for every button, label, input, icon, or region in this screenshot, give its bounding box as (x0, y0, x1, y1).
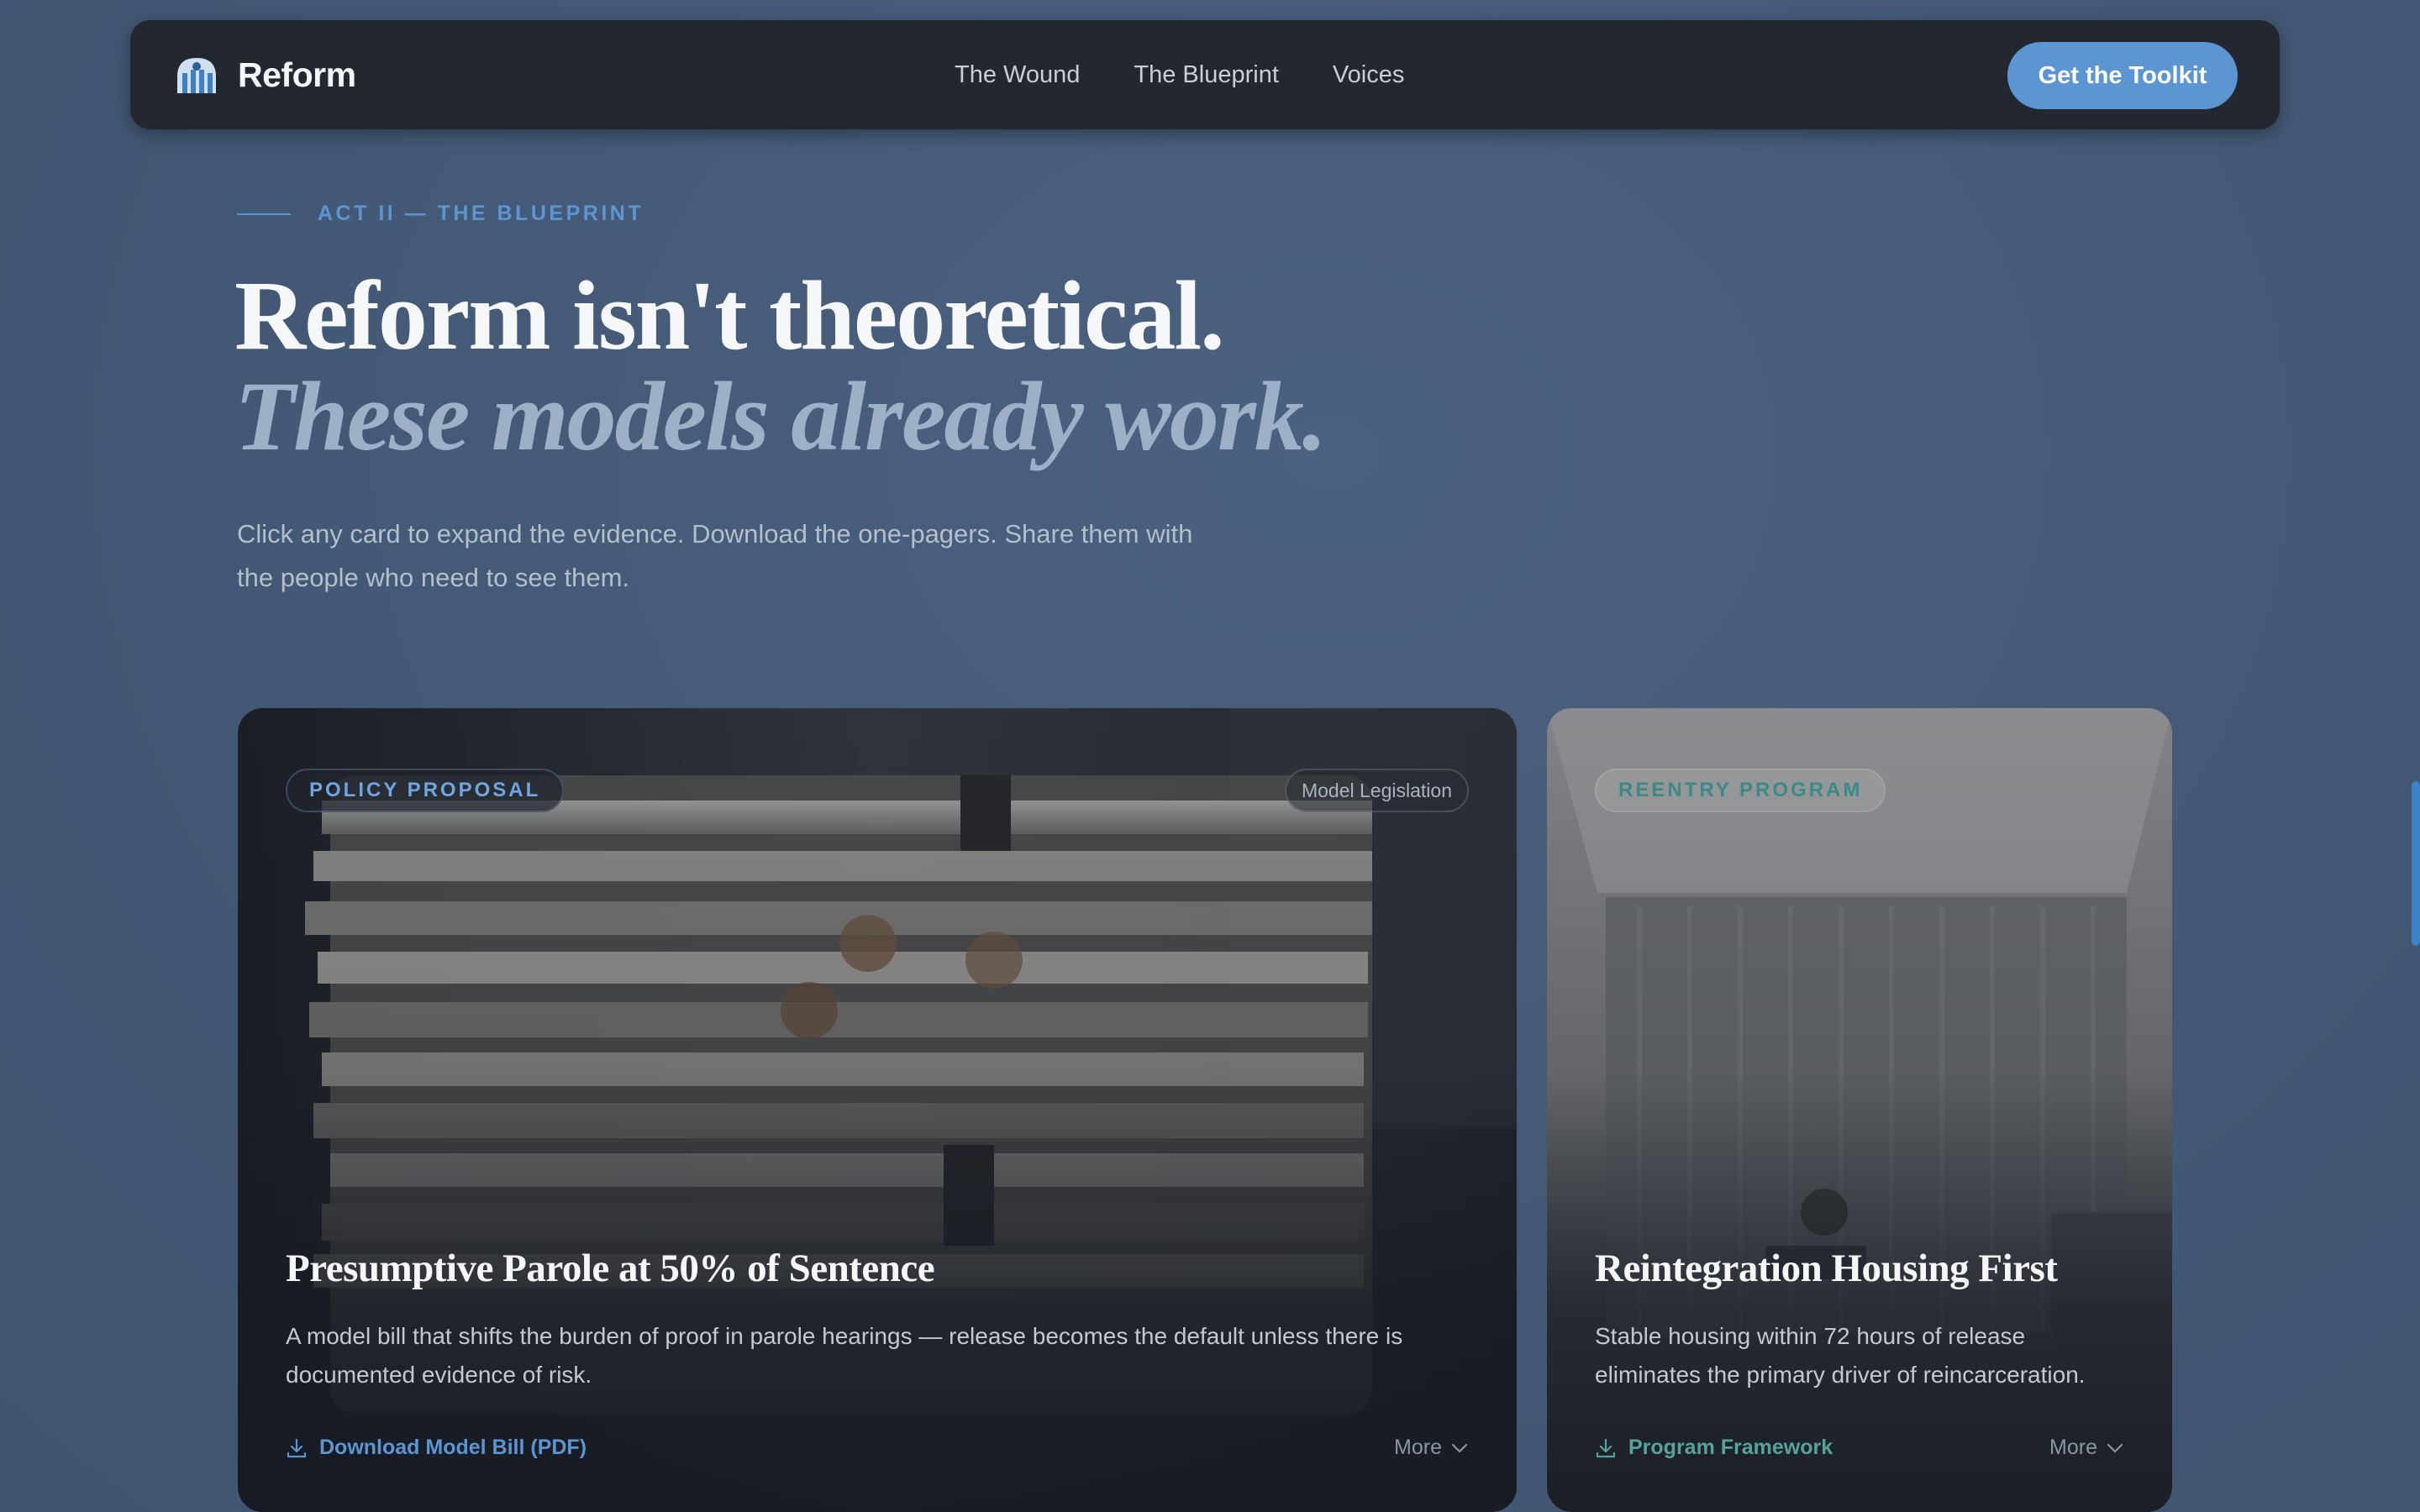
more-label: More (1394, 1436, 1442, 1459)
card-description: A model bill that shifts the burden of p… (286, 1323, 1403, 1388)
get-toolkit-button[interactable]: Get the Toolkit (2007, 42, 2238, 109)
card-category-tag: POLICY PROPOSAL (286, 769, 565, 812)
intro-paragraph: Click any card to expand the evidence. D… (237, 519, 1193, 592)
chevron-down-icon (1451, 1443, 1468, 1453)
download-label: Download Model Bill (PDF) (319, 1436, 587, 1459)
card-title: Presumptive Parole at 50% of Sentence (286, 1247, 935, 1290)
headline-line-2: These models already work. (234, 361, 1327, 471)
download-label: Program Framework (1628, 1436, 1833, 1459)
card-type-chip: Model Legislation (1284, 769, 1469, 812)
section-eyebrow: ACT II — THE BLUEPRINT (237, 202, 644, 226)
reform-logo-icon (177, 58, 216, 93)
download-icon (287, 1438, 307, 1457)
program-framework-link[interactable]: Program Framework (1595, 1436, 1833, 1460)
card-description: Stable housing within 72 hours of releas… (1595, 1323, 2086, 1388)
card-title: Reintegration Housing First (1595, 1247, 2058, 1290)
headline-line-1: Reform isn't theoretical. (234, 260, 1225, 370)
download-icon (1596, 1438, 1616, 1457)
nav-link-the-blueprint[interactable]: The Blueprint (1134, 61, 1279, 89)
page-scrollbar[interactable] (2412, 781, 2420, 946)
page: Reform The Wound The Blueprint Voices Ge… (0, 0, 2420, 1512)
card-presumptive-parole[interactable]: POLICY PROPOSAL Model Legislation Presum… (238, 708, 1517, 1512)
top-navigation: Reform The Wound The Blueprint Voices Ge… (130, 20, 2280, 129)
brand[interactable]: Reform (174, 20, 356, 129)
card-category-tag: REENTRY PROGRAM (1595, 769, 1886, 812)
brand-name: Reform (238, 55, 356, 94)
download-model-bill-link[interactable]: Download Model Bill (PDF) (286, 1436, 587, 1460)
nav-links: The Wound The Blueprint Voices (955, 20, 1404, 129)
card-more-toggle[interactable]: More (2049, 1436, 2124, 1460)
page-headline: Reform isn't theoretical. These models a… (234, 265, 1747, 467)
nav-link-the-wound[interactable]: The Wound (955, 61, 1080, 89)
nav-link-voices[interactable]: Voices (1333, 61, 1404, 89)
more-label: More (2049, 1436, 2097, 1459)
card-reintegration-housing[interactable]: REENTRY PROGRAM Reintegration Housing Fi… (1547, 708, 2172, 1512)
eyebrow-divider (237, 213, 291, 215)
eyebrow-label: ACT II — THE BLUEPRINT (318, 202, 644, 225)
card-more-toggle[interactable]: More (1394, 1436, 1469, 1460)
chevron-down-icon (2107, 1443, 2123, 1453)
